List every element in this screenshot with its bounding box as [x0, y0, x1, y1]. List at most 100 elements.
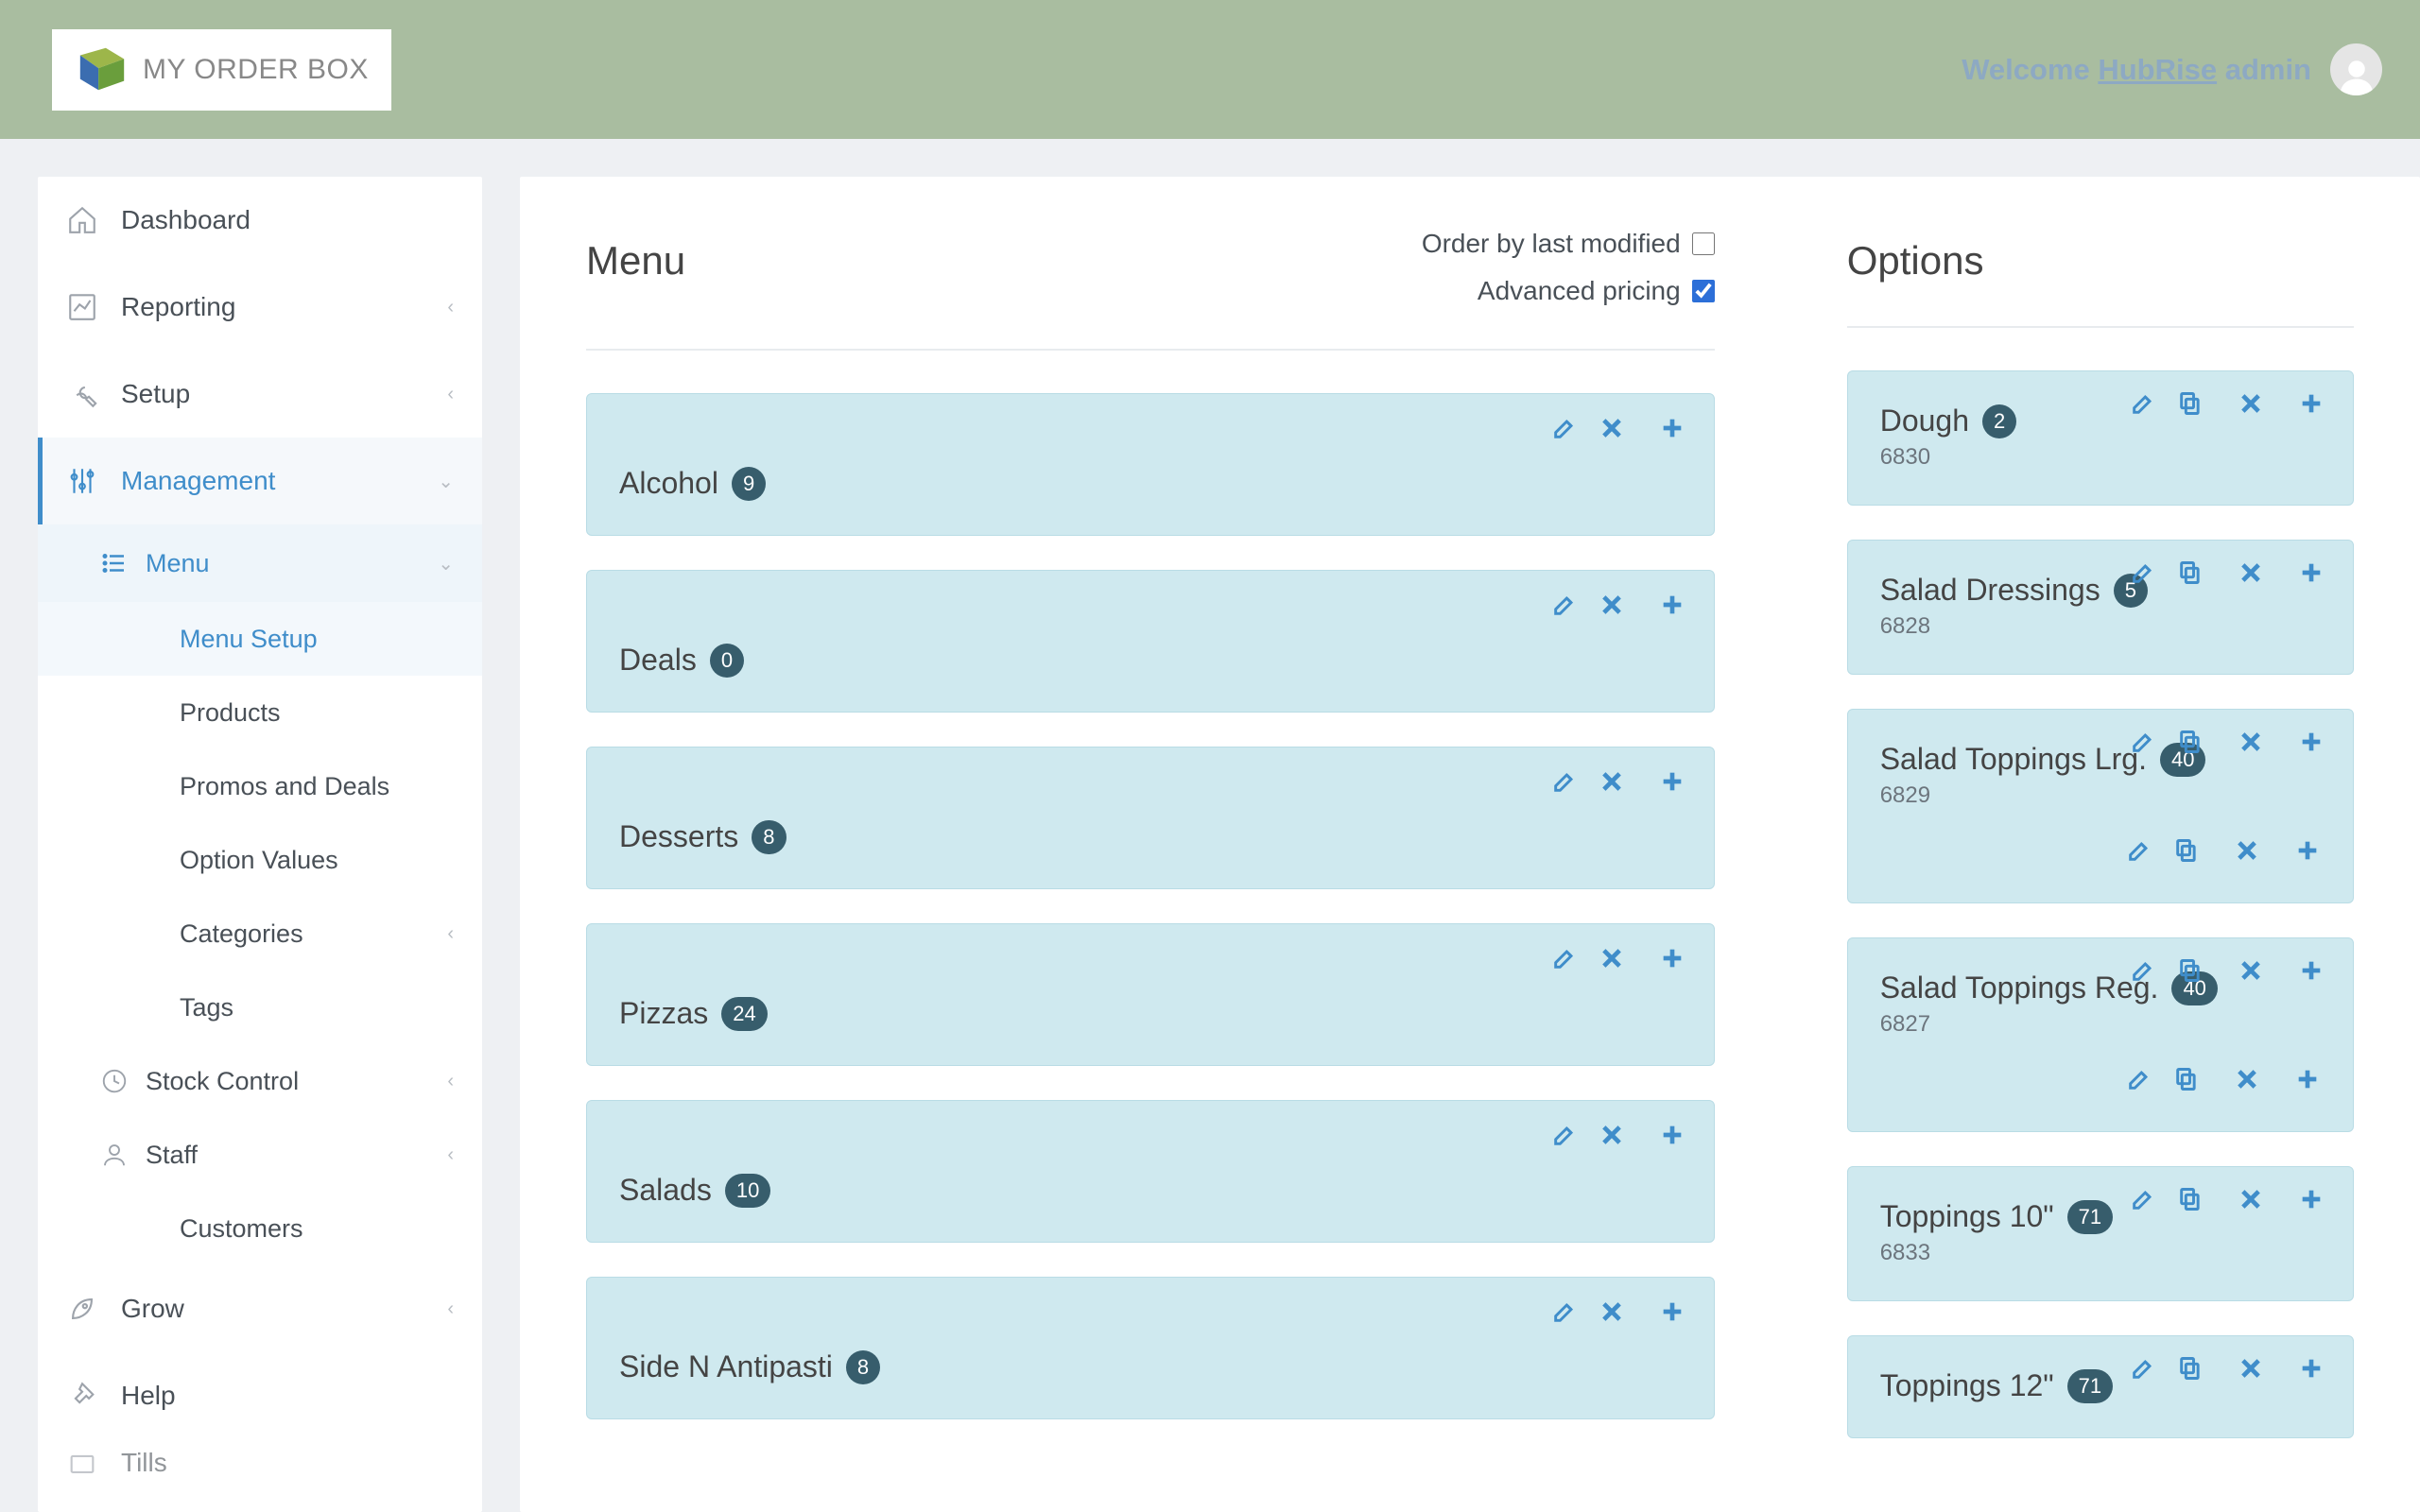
- add-icon[interactable]: [2294, 837, 2321, 868]
- logo[interactable]: MY ORDER BOX: [52, 29, 391, 111]
- edit-icon[interactable]: [2126, 837, 2152, 868]
- sidebar-item-menu-setup[interactable]: Menu Setup: [38, 602, 482, 676]
- menu-category-card[interactable]: Salads 10: [586, 1100, 1715, 1243]
- category-name: Alcohol: [619, 466, 718, 501]
- edit-icon[interactable]: [2130, 957, 2156, 988]
- add-icon[interactable]: [1659, 945, 1685, 976]
- sidebar-item-tills[interactable]: Tills: [38, 1439, 482, 1486]
- advanced-pricing-toggle[interactable]: Advanced pricing: [1478, 276, 1715, 306]
- add-icon[interactable]: [2294, 1066, 2321, 1097]
- add-icon[interactable]: [2298, 729, 2325, 760]
- order-by-last-modified-toggle[interactable]: Order by last modified: [1422, 229, 1715, 259]
- option-name: Toppings 12": [1880, 1368, 2054, 1403]
- menu-category-card[interactable]: Desserts 8: [586, 747, 1715, 889]
- delete-icon[interactable]: [2238, 957, 2264, 988]
- option-code: 6827: [1880, 1011, 2321, 1038]
- copy-icon[interactable]: [2177, 957, 2204, 988]
- edit-icon[interactable]: [2130, 1355, 2156, 1386]
- sidebar-item-help[interactable]: Help: [38, 1352, 482, 1439]
- sidebar-item-customers[interactable]: Customers: [38, 1192, 482, 1265]
- sidebar-item-reporting[interactable]: Reporting ‹: [38, 264, 482, 351]
- delete-icon[interactable]: [1599, 1298, 1625, 1330]
- delete-icon[interactable]: [1599, 768, 1625, 799]
- add-icon[interactable]: [2298, 957, 2325, 988]
- option-card[interactable]: Salad Toppings Reg. 40 6827: [1847, 937, 2354, 1132]
- delete-icon[interactable]: [2238, 1186, 2264, 1217]
- menu-category-card[interactable]: Deals 0: [586, 570, 1715, 713]
- edit-icon[interactable]: [2130, 559, 2156, 591]
- delete-icon[interactable]: [1599, 1122, 1625, 1153]
- delete-icon[interactable]: [1599, 592, 1625, 623]
- edit-icon[interactable]: [1551, 1298, 1578, 1330]
- edit-icon[interactable]: [1551, 1122, 1578, 1153]
- sidebar-item-promos[interactable]: Promos and Deals: [38, 749, 482, 823]
- edit-icon[interactable]: [1551, 945, 1578, 976]
- add-icon[interactable]: [1659, 1122, 1685, 1153]
- copy-icon[interactable]: [2177, 559, 2204, 591]
- edit-icon[interactable]: [2130, 1186, 2156, 1217]
- delete-icon[interactable]: [2238, 559, 2264, 591]
- menu-category-card[interactable]: Pizzas 24: [586, 923, 1715, 1066]
- add-icon[interactable]: [1659, 768, 1685, 799]
- add-icon[interactable]: [1659, 1298, 1685, 1330]
- copy-icon[interactable]: [2173, 837, 2200, 868]
- edit-icon[interactable]: [1551, 592, 1578, 623]
- sidebar-item-menu[interactable]: Menu ⌄: [38, 524, 482, 602]
- edit-icon[interactable]: [1551, 768, 1578, 799]
- category-count-badge: 24: [721, 997, 767, 1031]
- add-icon[interactable]: [2298, 1355, 2325, 1386]
- chevron-left-icon: ‹: [447, 923, 454, 945]
- sidebar-item-products[interactable]: Products: [38, 676, 482, 749]
- category-name: Deals: [619, 643, 697, 678]
- sidebar-item-dashboard[interactable]: Dashboard: [38, 177, 482, 264]
- copy-icon[interactable]: [2177, 390, 2204, 421]
- sidebar-item-categories[interactable]: Categories ‹: [38, 897, 482, 971]
- avatar[interactable]: [2330, 43, 2382, 95]
- edit-icon[interactable]: [2130, 390, 2156, 421]
- user-icon: [100, 1141, 129, 1169]
- add-icon[interactable]: [2298, 559, 2325, 591]
- sidebar-item-staff[interactable]: Staff ‹: [38, 1118, 482, 1192]
- copy-icon[interactable]: [2177, 1355, 2204, 1386]
- edit-icon[interactable]: [2126, 1066, 2152, 1097]
- copy-icon[interactable]: [2177, 1186, 2204, 1217]
- delete-icon[interactable]: [2238, 390, 2264, 421]
- delete-icon[interactable]: [2238, 729, 2264, 760]
- option-card[interactable]: Toppings 12" 71: [1847, 1335, 2354, 1438]
- edit-icon[interactable]: [1551, 415, 1578, 446]
- org-link[interactable]: HubRise: [2098, 53, 2217, 86]
- add-icon[interactable]: [1659, 415, 1685, 446]
- user-area: Welcome HubRise admin: [1962, 43, 2382, 95]
- category-name: Pizzas: [619, 996, 708, 1031]
- menu-column: Menu Order by last modified Advanced pri…: [586, 238, 1715, 1512]
- option-card[interactable]: Salad Toppings Lrg. 40 6829: [1847, 709, 2354, 903]
- edit-icon[interactable]: [2130, 729, 2156, 760]
- add-icon[interactable]: [2298, 1186, 2325, 1217]
- add-icon[interactable]: [2298, 390, 2325, 421]
- clock-icon: [100, 1067, 129, 1095]
- copy-icon[interactable]: [2173, 1066, 2200, 1097]
- order-by-last-modified-checkbox[interactable]: [1692, 232, 1715, 255]
- option-card[interactable]: Toppings 10" 71 6833: [1847, 1166, 2354, 1301]
- delete-icon[interactable]: [1599, 945, 1625, 976]
- menu-category-card[interactable]: Alcohol 9: [586, 393, 1715, 536]
- option-card[interactable]: Salad Dressings 5 6828: [1847, 540, 2354, 675]
- option-code: 6830: [1880, 444, 2321, 471]
- delete-icon[interactable]: [1599, 415, 1625, 446]
- delete-icon[interactable]: [2234, 1066, 2260, 1097]
- sidebar-item-stock[interactable]: Stock Control ‹: [38, 1044, 482, 1118]
- delete-icon[interactable]: [2238, 1355, 2264, 1386]
- option-card[interactable]: Dough 2 6830: [1847, 370, 2354, 506]
- delete-icon[interactable]: [2234, 837, 2260, 868]
- sidebar-item-setup[interactable]: Setup ‹: [38, 351, 482, 438]
- sidebar-item-tags[interactable]: Tags: [38, 971, 482, 1044]
- add-icon[interactable]: [1659, 592, 1685, 623]
- copy-icon[interactable]: [2177, 729, 2204, 760]
- menu-category-card[interactable]: Side N Antipasti 8: [586, 1277, 1715, 1419]
- brand-name: MY ORDER BOX: [143, 54, 369, 86]
- sidebar-item-management[interactable]: Management ⌄: [38, 438, 482, 524]
- sidebar-item-option-values[interactable]: Option Values: [38, 823, 482, 897]
- home-icon: [66, 204, 98, 236]
- sidebar-item-grow[interactable]: Grow ‹: [38, 1265, 482, 1352]
- advanced-pricing-checkbox[interactable]: [1692, 280, 1715, 302]
